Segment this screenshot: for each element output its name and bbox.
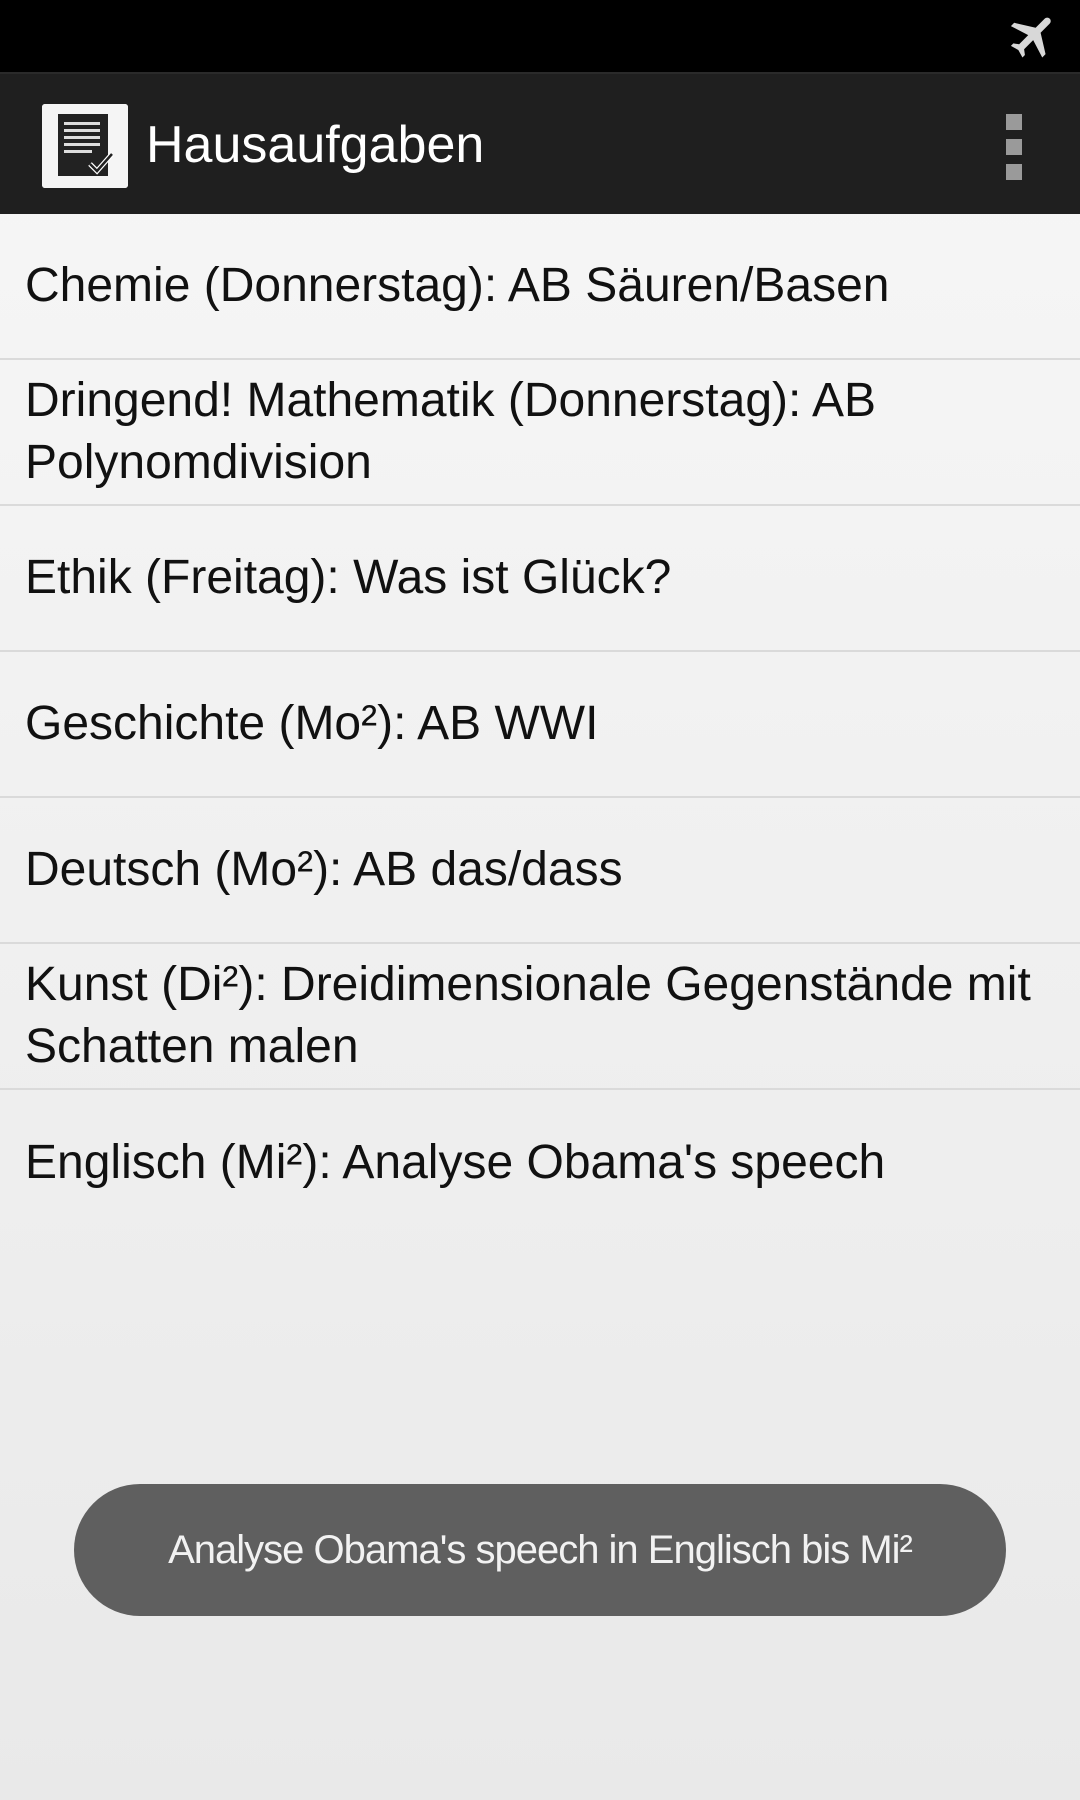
- overflow-menu-icon[interactable]: [994, 114, 1034, 180]
- list-item[interactable]: Englisch (Mi²): Analyse Obama's speech: [0, 1090, 1080, 1236]
- list-item-text: Geschichte (Mo²): AB WWI: [25, 697, 599, 750]
- toast-text: Analyse Obama's speech in Englisch bis M…: [168, 1527, 913, 1572]
- airplane-mode-icon: [1010, 17, 1051, 58]
- app-title: Hausaufgaben: [146, 116, 485, 174]
- list-item[interactable]: Deutsch (Mo²): AB das/dass: [0, 798, 1080, 944]
- list-item[interactable]: Ethik (Freitag): Was ist Glück?: [0, 506, 1080, 652]
- list-item-text: Deutsch (Mo²): AB das/dass: [25, 843, 623, 896]
- status-bar: [0, 0, 1080, 72]
- action-bar: Hausaufgaben: [0, 72, 1080, 214]
- list-item-text: Chemie (Donnerstag): AB Säuren/Basen: [25, 259, 890, 312]
- list-item-text: Ethik (Freitag): Was ist Glück?: [25, 551, 672, 604]
- list-item-text: Dringend! Mathematik (Donnerstag): AB Po…: [25, 374, 877, 489]
- list-item[interactable]: Dringend! Mathematik (Donnerstag): AB Po…: [0, 360, 1080, 506]
- list-item[interactable]: Chemie (Donnerstag): AB Säuren/Basen: [0, 214, 1080, 360]
- homework-list: Chemie (Donnerstag): AB Säuren/Basen Dri…: [0, 214, 1080, 1236]
- list-item-text: Kunst (Di²): Dreidimensionale Gegenständ…: [25, 958, 1031, 1073]
- list-item[interactable]: Geschichte (Mo²): AB WWI: [0, 652, 1080, 798]
- list-item-text: Englisch (Mi²): Analyse Obama's speech: [25, 1136, 886, 1189]
- homework-document-icon[interactable]: [42, 104, 128, 188]
- toast-message: Analyse Obama's speech in Englisch bis M…: [74, 1484, 1006, 1616]
- list-item[interactable]: Kunst (Di²): Dreidimensionale Gegenständ…: [0, 944, 1080, 1090]
